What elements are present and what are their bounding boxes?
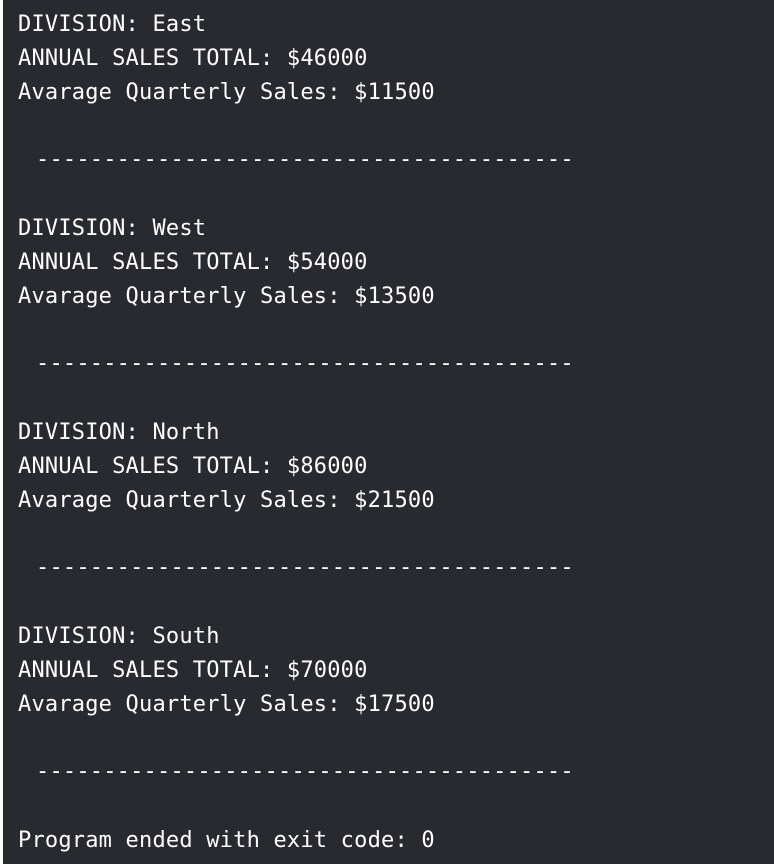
division-north-label: DIVISION: North	[18, 420, 220, 445]
annual-sales-north: ANNUAL SALES TOTAL: $86000	[18, 454, 368, 479]
division-east-label: DIVISION: East	[18, 12, 207, 37]
division-west-label: DIVISION: West	[18, 216, 207, 241]
console-output: DIVISION: East ANNUAL SALES TOTAL: $4600…	[3, 0, 774, 864]
exit-status-line: Program ended with exit code: 0	[18, 828, 435, 853]
quarterly-sales-south: Avarage Quarterly Sales: $17500	[18, 692, 435, 717]
annual-sales-east: ANNUAL SALES TOTAL: $46000	[18, 46, 368, 71]
quarterly-sales-north: Avarage Quarterly Sales: $21500	[18, 488, 435, 513]
separator-line: ----------------------------------------	[36, 759, 574, 784]
separator-line: ----------------------------------------	[36, 147, 574, 172]
division-south-label: DIVISION: South	[18, 624, 220, 649]
quarterly-sales-east: Avarage Quarterly Sales: $11500	[18, 80, 435, 105]
annual-sales-west: ANNUAL SALES TOTAL: $54000	[18, 250, 368, 275]
separator-line: ----------------------------------------	[36, 555, 574, 580]
separator-line: ----------------------------------------	[36, 351, 574, 376]
quarterly-sales-west: Avarage Quarterly Sales: $13500	[18, 284, 435, 309]
annual-sales-south: ANNUAL SALES TOTAL: $70000	[18, 658, 368, 683]
